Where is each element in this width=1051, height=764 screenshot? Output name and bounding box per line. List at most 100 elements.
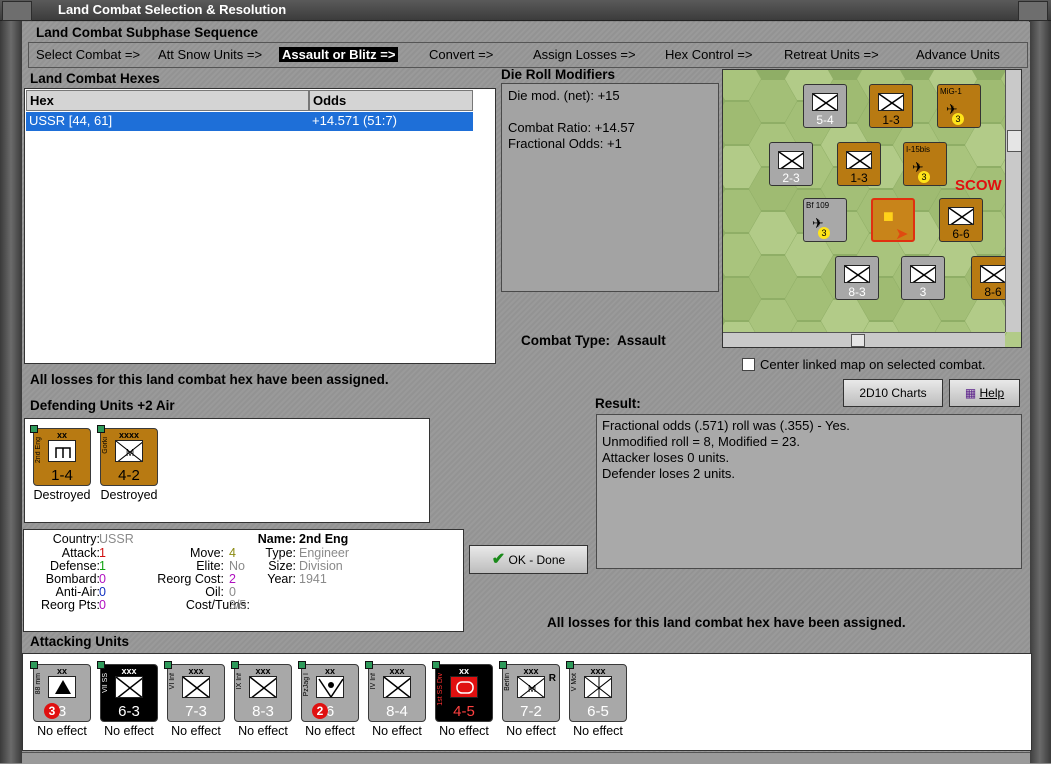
sequence-step[interactable]: Assign Losses => <box>533 47 636 62</box>
map-hscroll[interactable] <box>723 332 1005 347</box>
ok-done-button[interactable]: ✔ OK - Done <box>469 545 588 574</box>
unit-counter[interactable]: xxx IV Inf 8-4 <box>365 661 426 722</box>
unit-counter-slot[interactable]: xxx V Mot 6-5 No effect <box>566 661 627 738</box>
name-label: Name: <box>257 532 296 546</box>
right-border <box>1029 20 1051 763</box>
map-unit-strength: 5-4 <box>816 113 834 127</box>
unit-strength: 6-5 <box>587 703 609 720</box>
unit-counter-slot[interactable]: xxx VII SS 6-3 No effect <box>97 661 158 738</box>
unit-status: No effect <box>573 724 623 738</box>
result-title: Result: <box>595 396 641 411</box>
modifiers-box: Die mod. (net): +15 Combat Ratio: +14.57… <box>501 83 719 292</box>
unit-status: No effect <box>104 724 154 738</box>
close-corner[interactable] <box>1018 1 1048 21</box>
antiair-label: Anti-Air: <box>55 585 100 599</box>
unit-counter[interactable]: xxx V Mot 6-5 <box>566 661 627 722</box>
reorg-pts-label: Reorg Pts: <box>40 598 100 612</box>
map-air-counter[interactable]: I-15bis ✈ 3 <box>903 142 947 186</box>
title-bar: Land Combat Selection & Resolution <box>0 0 1051 21</box>
unit-counter[interactable]: xxx Berlin M R 7-2 <box>499 661 560 722</box>
unit-size: xx <box>458 666 469 676</box>
unit-strength: 3 <box>57 703 67 720</box>
unit-name: 1st SS Div <box>437 673 444 706</box>
unit-counter-slot[interactable]: xxx Berlin M R 7-2 No effect <box>499 661 560 738</box>
selected-combat-hex[interactable]: ■ ➤ <box>871 198 915 243</box>
sequence-step[interactable]: Att Snow Units => <box>158 47 262 62</box>
map-unit-strength: 3 <box>919 285 927 299</box>
center-map-label: Center linked map on selected combat. <box>760 357 986 372</box>
combat-type: Combat Type: Assault <box>521 333 666 348</box>
map-unit-counter[interactable]: 5-4 <box>803 84 847 128</box>
unit-counter[interactable]: xxx IX Inf 8-3 <box>231 661 292 722</box>
ok-done-label: OK - Done <box>508 553 566 567</box>
sequence-step[interactable]: Convert => <box>429 47 493 62</box>
map-unit-strength: 1-3 <box>882 113 900 127</box>
unit-counter-slot[interactable]: xx 2nd Eng 1-4 Destroyed <box>30 425 91 502</box>
unit-counter[interactable]: xx 2nd Eng 1-4 <box>30 425 91 486</box>
charts-button[interactable]: 2D10 Charts <box>843 379 943 407</box>
map-unit-strength: 6-6 <box>952 227 970 241</box>
map-unit-counter[interactable]: 6-6 <box>939 198 983 242</box>
map-unit-counter[interactable]: 1-3 <box>869 84 913 128</box>
unit-counter-slot[interactable]: xx PzJag I 6 2 No effect <box>298 661 359 738</box>
year-value: 1941 <box>299 572 327 586</box>
air-value-badge: 3 <box>818 227 830 239</box>
sequence-step[interactable]: Assault or Blitz => <box>279 47 399 62</box>
map-unit-counter[interactable]: 1-3 <box>837 142 881 186</box>
unit-counter-slot[interactable]: xx 88 mm 3 3 No effect <box>30 661 91 738</box>
mini-map[interactable]: 5-4 1-3 2-3 1-3 6-6 8-3 3 8-6 MiG-1 ✈ 3 I-15bis ✈… <box>722 69 1022 348</box>
unit-counter-slot[interactable]: xxx VI Inf 7-3 No effect <box>164 661 225 738</box>
unit-counter[interactable]: xx 1st SS Div 4-5 <box>432 661 493 722</box>
unit-counter-slot[interactable]: xxx IV Inf 8-4 No effect <box>365 661 426 738</box>
map-unit-counter[interactable]: 2-3 <box>769 142 813 186</box>
hex-row[interactable]: USSR [44, 61] +14.571 (51:7) <box>26 112 473 131</box>
map-unit-strength: 1-3 <box>850 171 868 185</box>
window-title: Land Combat Selection & Resolution <box>58 2 287 17</box>
unit-counter[interactable]: xxx VI Inf 7-3 <box>164 661 225 722</box>
map-vscroll[interactable] <box>1005 70 1021 332</box>
minimize-corner[interactable] <box>2 1 32 21</box>
engineer-icon <box>48 440 76 462</box>
map-air-counter[interactable]: Bf 109 ✈ 3 <box>803 198 847 242</box>
hexes-title: Land Combat Hexes <box>30 71 160 86</box>
map-unit-counter[interactable]: 8-3 <box>835 256 879 300</box>
hexes-list[interactable]: Hex Odds USSR [44, 61] +14.571 (51:7) <box>24 88 496 364</box>
unit-counter-slot[interactable]: xx 1st SS Div 4-5 No effect <box>432 661 493 738</box>
unit-counter[interactable]: xx 88 mm 3 3 <box>30 661 91 722</box>
unit-size: xxx <box>255 666 271 676</box>
help-button[interactable]: ▦ Help <box>949 379 1020 407</box>
aircraft-name: I-15bis <box>906 145 931 154</box>
center-map-checkbox[interactable] <box>742 358 755 371</box>
unit-strength: 6-3 <box>118 703 140 720</box>
infantry-icon <box>846 151 872 169</box>
col-hex[interactable]: Hex <box>26 90 309 111</box>
sequence-step[interactable]: Advance Units <box>916 47 1000 62</box>
svg-text:M: M <box>126 448 134 459</box>
sequence-step[interactable]: Retreat Units => <box>784 47 879 62</box>
air-value-badge: 3 <box>952 113 964 125</box>
size-value: Division <box>299 559 343 573</box>
modifiers-title: Die Roll Modifiers <box>501 67 616 82</box>
air-value-badge: 3 <box>918 171 930 183</box>
unit-size: xxx <box>389 666 405 676</box>
odds-cell: +14.571 (51:7) <box>312 113 397 128</box>
sequence-step[interactable]: Hex Control => <box>665 47 752 62</box>
artillery-icon <box>48 676 76 698</box>
col-odds[interactable]: Odds <box>309 90 473 111</box>
unit-counter-slot[interactable]: xxxx Gorki M 4-2 Destroyed <box>97 425 158 502</box>
map-unit-counter[interactable]: 3 <box>901 256 945 300</box>
combat-type-value: Assault <box>617 333 666 348</box>
hex-cell: USSR [44, 61] <box>29 113 113 128</box>
unit-counter-slot[interactable]: xxx IX Inf 8-3 No effect <box>231 661 292 738</box>
unit-counter[interactable]: xx PzJag I 6 2 <box>298 661 359 722</box>
map-vscroll-thumb[interactable] <box>1007 130 1021 152</box>
unit-name: IV Inf <box>370 673 377 690</box>
unit-counter[interactable]: xxx VII SS 6-3 <box>97 661 158 722</box>
map-hscroll-thumb[interactable] <box>851 334 865 347</box>
fire-icon: ■ <box>883 206 894 226</box>
unit-size: xxxx <box>118 430 140 440</box>
unit-counter[interactable]: xxxx Gorki M 4-2 <box>97 425 158 486</box>
sequence-step[interactable]: Select Combat => <box>36 47 140 62</box>
map-air-counter[interactable]: MiG-1 ✈ 3 <box>937 84 981 128</box>
bottom-scrollbar[interactable] <box>22 752 1030 764</box>
